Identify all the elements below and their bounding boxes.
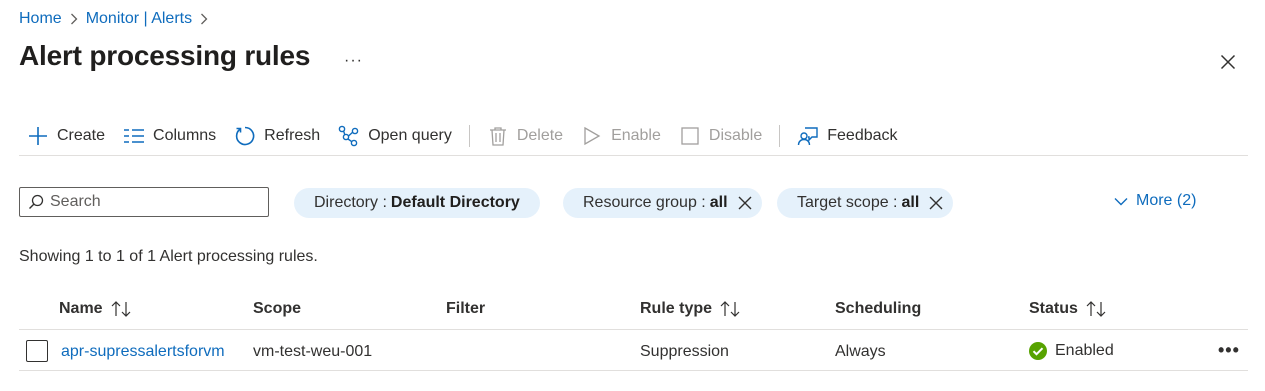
columns-button[interactable]: Columns <box>114 117 225 155</box>
close-button[interactable] <box>1216 50 1240 74</box>
chevron-right-icon <box>200 13 208 25</box>
remove-filter-close-icon[interactable] <box>738 196 752 210</box>
trash-icon <box>487 125 509 147</box>
column-header-rule-type-label: Rule type <box>640 300 713 317</box>
feedback-label: Feedback <box>827 126 898 144</box>
toolbar-divider <box>779 124 781 147</box>
create-label: Create <box>57 126 106 144</box>
row-select-checkbox[interactable] <box>26 340 48 362</box>
rule-status-cell: Enabled <box>1029 342 1114 360</box>
column-header-filter: Filter <box>446 300 485 318</box>
open-query-button[interactable]: Open query <box>329 117 461 155</box>
refresh-label: Refresh <box>264 126 321 144</box>
column-header-filter-label: Filter <box>446 300 486 317</box>
resource-group-filter-pill[interactable]: Resource group : all <box>563 188 762 218</box>
sort-arrows-icon[interactable] <box>111 301 131 317</box>
delete-button[interactable]: Delete <box>478 117 572 155</box>
search-box <box>19 187 269 217</box>
refresh-button[interactable]: Refresh <box>225 117 329 155</box>
column-header-name[interactable]: Name <box>59 300 131 318</box>
query-graph-icon <box>338 125 360 147</box>
remove-filter-close-icon[interactable] <box>929 196 943 210</box>
title-more-options-button[interactable]: ··· <box>344 52 363 70</box>
table-header: Name Scope Filter Rule type Scheduling S… <box>19 292 1248 330</box>
feedback-button[interactable]: Feedback <box>788 117 906 155</box>
more-filters-link[interactable]: More (2) <box>1114 192 1196 210</box>
disable-label: Disable <box>708 126 763 144</box>
breadcrumb-home-link[interactable]: Home <box>19 10 62 28</box>
breadcrumb: Home Monitor | Alerts <box>19 8 216 30</box>
results-summary: Showing 1 to 1 of 1 Alert processing rul… <box>19 248 318 265</box>
target-scope-filter-label: Target scope : <box>797 194 898 211</box>
stop-square-icon <box>679 125 701 147</box>
play-icon <box>581 125 603 147</box>
column-header-rule-type[interactable]: Rule type <box>640 300 740 318</box>
sort-arrows-icon[interactable] <box>720 301 740 317</box>
create-button[interactable]: Create <box>19 117 114 155</box>
target-scope-filter-value: all <box>901 194 920 211</box>
rule-scheduling-cell: Always <box>835 343 886 360</box>
directory-filter-label: Directory : <box>314 194 387 211</box>
command-bar: Create Columns Refresh Open query Delete… <box>19 116 1248 156</box>
column-header-status-label: Status <box>1029 300 1078 317</box>
rule-name-link[interactable]: apr-supressalertsforvm <box>61 343 225 361</box>
column-header-status[interactable]: Status <box>1029 300 1106 318</box>
target-scope-filter-pill[interactable]: Target scope : all <box>777 188 954 218</box>
rule-scope-cell: vm-test-weu-001 <box>253 343 373 360</box>
refresh-icon <box>234 125 256 147</box>
resource-group-filter-label: Resource group : <box>583 194 706 211</box>
breadcrumb-monitor-alerts-link[interactable]: Monitor | Alerts <box>86 10 192 28</box>
feedback-person-icon <box>797 125 819 147</box>
check-circle-icon <box>1029 342 1047 360</box>
search-input[interactable] <box>50 193 260 211</box>
delete-label: Delete <box>516 126 564 144</box>
row-more-options-button[interactable]: ••• <box>1218 340 1240 361</box>
close-icon <box>1220 54 1236 70</box>
chevron-down-icon <box>1114 197 1128 206</box>
table-row: apr-supressalertsforvm vm-test-weu-001 S… <box>19 331 1248 371</box>
toolbar-divider <box>468 124 470 147</box>
enable-button[interactable]: Enable <box>572 117 670 155</box>
columns-icon <box>123 125 145 147</box>
search-icon <box>28 194 44 210</box>
column-header-scope: Scope <box>253 300 301 318</box>
disable-button[interactable]: Disable <box>670 117 771 155</box>
directory-filter-pill[interactable]: Directory : Default Directory <box>294 188 540 218</box>
column-header-scheduling-label: Scheduling <box>835 300 922 317</box>
resource-group-filter-value: all <box>709 194 728 211</box>
column-header-name-label: Name <box>59 300 103 317</box>
column-header-scope-label: Scope <box>253 300 302 317</box>
plus-icon <box>27 125 49 147</box>
rule-type-cell: Suppression <box>640 343 729 360</box>
sort-arrows-icon[interactable] <box>1086 301 1106 317</box>
directory-filter-value: Default Directory <box>390 194 520 211</box>
rule-status-label: Enabled <box>1055 342 1114 359</box>
more-filters-label: More (2) <box>1136 192 1197 209</box>
chevron-right-icon <box>70 13 78 25</box>
column-header-scheduling: Scheduling <box>835 300 921 318</box>
page-title: Alert processing rules <box>19 40 311 71</box>
enable-label: Enable <box>611 126 661 144</box>
columns-label: Columns <box>153 126 217 144</box>
open-query-label: Open query <box>368 126 452 144</box>
